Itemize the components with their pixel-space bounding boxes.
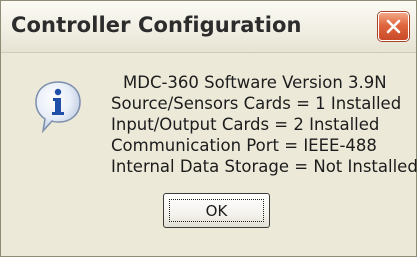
message-line-version: MDC-360 Software Version 3.9N	[123, 73, 387, 92]
message-line-communication-port: Communication Port = IEEE-488	[111, 136, 377, 155]
close-icon	[386, 19, 401, 34]
message-line-data-storage: Internal Data Storage = Not Installed	[111, 157, 417, 176]
message-line-source-sensors: Source/Sensors Cards = 1 Installed	[111, 94, 402, 113]
close-button[interactable]	[378, 12, 409, 41]
window-title: Controller Configuration	[11, 13, 302, 37]
info-icon	[35, 81, 81, 134]
ok-button[interactable]: OK	[163, 193, 270, 228]
message-line-input-output: Input/Output Cards = 2 Installed	[111, 115, 380, 134]
message-text: MDC-360 Software Version 3.9N Source/Sen…	[111, 72, 417, 177]
controller-configuration-dialog: Controller Configuration MDC-360 Softwar…	[0, 0, 417, 257]
title-bar[interactable]: Controller Configuration	[1, 1, 416, 53]
ok-button-label: OK	[205, 202, 228, 220]
